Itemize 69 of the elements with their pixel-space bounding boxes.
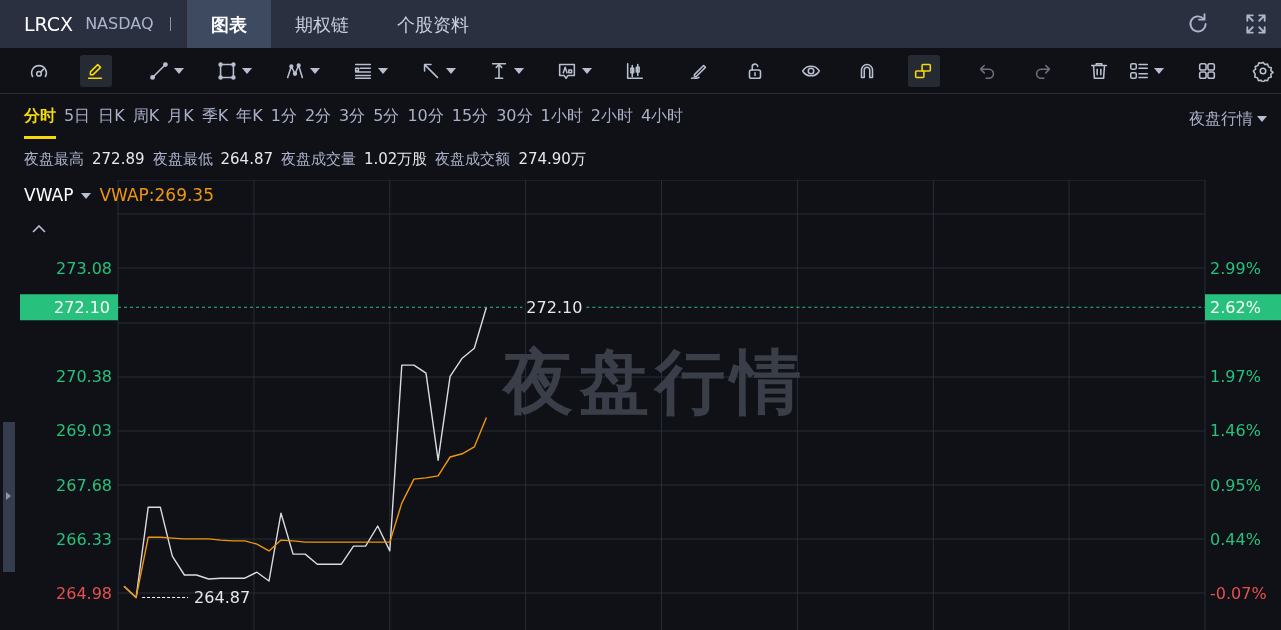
period-tab[interactable]: 年K bbox=[236, 104, 263, 139]
period-tab[interactable]: 30分 bbox=[496, 104, 533, 139]
period-tab[interactable]: 4小时 bbox=[640, 104, 684, 139]
caret-icon bbox=[174, 67, 184, 74]
last-change-badge: 2.62% bbox=[1205, 294, 1281, 321]
toolbar-button[interactable] bbox=[908, 54, 940, 87]
stat-value: 264.87 bbox=[220, 149, 273, 171]
caret-icon bbox=[1154, 67, 1164, 74]
caret-icon bbox=[582, 67, 592, 74]
line-tool-icon bbox=[148, 59, 170, 82]
axis-label: 1.97% bbox=[1210, 367, 1261, 387]
period-tab[interactable]: 分时 bbox=[24, 104, 56, 139]
caret-icon bbox=[242, 67, 252, 74]
ticker-symbol: LRCX bbox=[24, 11, 74, 37]
axis-label: 0.44% bbox=[1210, 529, 1261, 549]
axis-label: 269.03 bbox=[56, 421, 112, 441]
stat-value: 1.02万股 bbox=[364, 149, 428, 171]
axis-label: 273.08 bbox=[56, 258, 112, 278]
price-label: 272.10 bbox=[526, 298, 583, 318]
rectangle-icon bbox=[216, 59, 238, 82]
stat-label: 夜盘成交额 bbox=[435, 149, 511, 171]
leader-line bbox=[141, 597, 189, 598]
caret-icon bbox=[514, 67, 524, 74]
stat-label: 夜盘最低 bbox=[152, 149, 213, 171]
caret-icon bbox=[310, 67, 320, 74]
exchange-name: NASDAQ bbox=[85, 13, 154, 35]
period-tab[interactable]: 季K bbox=[201, 104, 229, 139]
axis-label: 266.33 bbox=[56, 529, 112, 549]
settings-icon bbox=[1252, 59, 1274, 82]
side-panel-handle[interactable] bbox=[3, 422, 15, 572]
axis-label: 2.99% bbox=[1210, 258, 1261, 278]
period-tab[interactable]: 15分 bbox=[451, 104, 489, 139]
stat-value: 272.89 bbox=[92, 149, 145, 171]
period-tab[interactable]: 1分 bbox=[270, 104, 297, 139]
tab[interactable]: 期权链 bbox=[270, 0, 373, 48]
toolbar-button[interactable] bbox=[80, 54, 112, 87]
axis-label: -0.07% bbox=[1210, 584, 1267, 604]
caret-icon bbox=[1257, 116, 1267, 122]
indicator-value: VWAP:269.35 bbox=[99, 184, 214, 207]
period-tab[interactable]: 2分 bbox=[304, 104, 332, 139]
stat-label: 夜盘成交量 bbox=[281, 149, 356, 171]
stat-value: 274.90万 bbox=[518, 149, 586, 171]
axis-label: 0.95% bbox=[1210, 475, 1261, 495]
axis-label: 267.68 bbox=[56, 475, 112, 495]
caret-icon bbox=[446, 67, 456, 74]
caret-icon bbox=[81, 192, 92, 199]
session-dropdown[interactable]: 夜盘行情 bbox=[1183, 106, 1273, 139]
collapse-chevron-icon[interactable] bbox=[32, 224, 46, 233]
price-label: 264.87 bbox=[194, 588, 251, 608]
indicator-name: VWAP bbox=[24, 184, 74, 207]
period-tab[interactable]: 5分 bbox=[373, 104, 400, 139]
period-tab[interactable]: 1小时 bbox=[540, 104, 583, 139]
stat-label: 夜盘最高 bbox=[24, 149, 84, 171]
axis-label: 270.38 bbox=[56, 367, 112, 387]
period-tab[interactable]: 5日 bbox=[64, 104, 91, 139]
period-tab[interactable]: 2小时 bbox=[590, 104, 633, 139]
period-tab[interactable]: 月K bbox=[167, 104, 194, 139]
period-tab[interactable]: 日K bbox=[98, 104, 125, 139]
period-tab[interactable]: 10分 bbox=[407, 104, 444, 139]
axis-label: 264.98 bbox=[56, 584, 112, 604]
axis-label: 1.46% bbox=[1210, 421, 1261, 441]
period-tab[interactable]: 周K bbox=[132, 104, 160, 139]
last-price-badge: 272.10 bbox=[20, 294, 118, 321]
indicator-dropdown[interactable] bbox=[81, 192, 92, 199]
fullscreen-icon bbox=[1243, 11, 1269, 37]
tab[interactable]: 个股资料 bbox=[372, 0, 493, 48]
period-tab[interactable]: 3分 bbox=[339, 104, 366, 139]
caret-icon bbox=[378, 67, 388, 74]
tab[interactable]: 图表 bbox=[186, 0, 271, 48]
